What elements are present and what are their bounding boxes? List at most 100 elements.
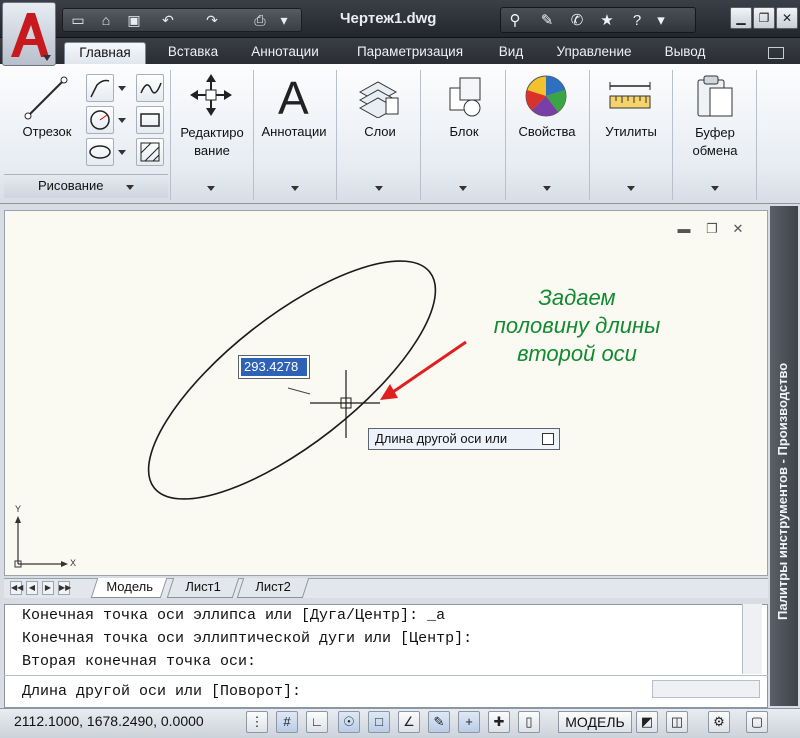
- circle-dropdown-icon[interactable]: [118, 118, 126, 123]
- wrench-icon[interactable]: ✎: [537, 11, 557, 31]
- clipboard-dropdown-icon[interactable]: [711, 186, 719, 191]
- command-separator: [4, 675, 768, 676]
- annotation-dropdown-icon[interactable]: [291, 186, 299, 191]
- subscription-center-icon[interactable]: ✆: [567, 11, 587, 31]
- dynamic-input-field[interactable]: 293.4278: [238, 355, 310, 379]
- lineweight-icon[interactable]: ✚: [488, 711, 510, 733]
- command-scrollbar[interactable]: [742, 604, 762, 674]
- rubberband-line: [287, 387, 311, 395]
- grid-display-icon[interactable]: #: [276, 711, 298, 733]
- text-tool-icon[interactable]: A: [272, 72, 316, 120]
- move-tool-icon[interactable]: [188, 72, 234, 118]
- tool-palettes-bar[interactable]: Палитры инструментов - Производство: [770, 206, 798, 706]
- binoculars-search-icon[interactable]: ⚲: [505, 11, 525, 31]
- title-bar: ▭ ⌂ ▣ ↶ ↷ ⎙ ▾ Чертеж1.dwg ⚲ ✎ ✆ ★ ? ▾ ▁ …: [0, 0, 800, 38]
- close-button[interactable]: ✕: [776, 7, 798, 29]
- line-tool-label[interactable]: Отрезок: [12, 124, 82, 139]
- polar-tracking-icon[interactable]: ☉: [338, 711, 360, 733]
- tab-annotate[interactable]: Аннотации: [238, 42, 332, 64]
- tooltip-options-icon[interactable]: [542, 433, 554, 445]
- modify-tool-label[interactable]: Редактиро вание: [172, 124, 252, 160]
- favorites-star-icon[interactable]: ★: [597, 11, 617, 31]
- save-icon[interactable]: ▣: [125, 12, 143, 28]
- help-dropdown-icon[interactable]: ▾: [651, 11, 671, 31]
- minimize-ribbon-button[interactable]: [768, 47, 784, 59]
- tab-parametric[interactable]: Параметризация: [340, 42, 480, 64]
- quick-view-drawings-icon[interactable]: ◫: [666, 711, 688, 733]
- tooltip-text: Длина другой оси или: [375, 431, 508, 446]
- clipboard-tool-label[interactable]: Буфер обмена: [674, 124, 756, 160]
- coordinates-readout[interactable]: 2112.1000, 1678.2490, 0.0000: [14, 713, 204, 729]
- last-layout-icon[interactable]: ▶▶: [58, 581, 71, 595]
- new-file-icon[interactable]: ▭: [69, 12, 87, 28]
- block-icon[interactable]: [442, 74, 488, 118]
- layout-tab-model[interactable]: Модель: [90, 578, 168, 598]
- draw-panel-title-bar[interactable]: Рисование: [4, 174, 168, 198]
- command-horizontal-scrollbar[interactable]: [652, 680, 760, 698]
- open-folder-icon[interactable]: ⌂: [97, 12, 115, 28]
- minimize-button[interactable]: ▁: [730, 7, 752, 29]
- layout-tab-sheet1[interactable]: Лист1: [166, 578, 240, 598]
- object-snap-tracking-icon[interactable]: ∠: [398, 711, 420, 733]
- layout-tab-sheet2[interactable]: Лист2: [236, 578, 310, 598]
- spline-tool-icon[interactable]: [136, 74, 164, 102]
- help-icon[interactable]: ?: [627, 11, 647, 31]
- layers-tool-label[interactable]: Слои: [340, 124, 420, 139]
- svg-text:A: A: [278, 72, 309, 120]
- tab-manage[interactable]: Управление: [542, 42, 646, 64]
- tool-palettes-title: Палитры инструментов - Производство: [775, 362, 790, 620]
- tab-home[interactable]: Главная: [64, 42, 146, 64]
- maximize-button[interactable]: ❐: [753, 7, 775, 29]
- model-space-button[interactable]: МОДЕЛЬ: [558, 711, 632, 733]
- line-tool-icon[interactable]: [22, 72, 72, 122]
- qat-dropdown-icon[interactable]: ▾: [275, 12, 293, 28]
- utilities-measure-icon[interactable]: [606, 78, 654, 118]
- modify-dropdown-icon[interactable]: [207, 186, 215, 191]
- panel-separator: [756, 70, 757, 200]
- undo-icon[interactable]: ↶: [159, 12, 177, 28]
- tab-insert[interactable]: Вставка: [156, 42, 230, 64]
- first-layout-icon[interactable]: ◀◀: [10, 581, 23, 595]
- layers-icon[interactable]: [356, 74, 402, 118]
- block-tool-label[interactable]: Блок: [424, 124, 504, 139]
- clipboard-paste-icon[interactable]: [692, 72, 736, 120]
- quick-view-layouts-icon[interactable]: ◩: [636, 711, 658, 733]
- tab-output[interactable]: Вывод: [652, 42, 718, 64]
- properties-icon[interactable]: [522, 72, 570, 120]
- annotation-arrow: [389, 340, 467, 396]
- print-icon[interactable]: ⎙: [251, 12, 269, 28]
- circle-tool-icon[interactable]: [86, 106, 114, 134]
- draw-panel-expand-icon[interactable]: [126, 185, 134, 190]
- polyline-tool-icon[interactable]: [86, 74, 114, 102]
- ellipse-shape[interactable]: [115, 222, 470, 538]
- properties-dropdown-icon[interactable]: [543, 186, 551, 191]
- infer-constraints-icon[interactable]: ⋮: [246, 711, 268, 733]
- properties-tool-label[interactable]: Свойства: [506, 124, 588, 139]
- block-dropdown-icon[interactable]: [459, 186, 467, 191]
- next-layout-icon[interactable]: ▶: [42, 581, 54, 595]
- polyline-dropdown-icon[interactable]: [118, 86, 126, 91]
- command-prompt[interactable]: Длина другой оси или [Поворот]:: [22, 683, 301, 700]
- annotation-line: половину длины: [493, 313, 661, 338]
- ribbon-tab-bar: Главная Вставка Аннотации Параметризация…: [0, 38, 800, 64]
- dynamic-input-icon[interactable]: +: [458, 711, 480, 733]
- annotation-line: второй оси: [517, 341, 637, 366]
- redo-icon[interactable]: ↷: [203, 12, 221, 28]
- quick-properties-icon[interactable]: ▯: [518, 711, 540, 733]
- annotation-tool-label[interactable]: Аннотации: [254, 124, 334, 139]
- workspace-switching-icon[interactable]: ⚙: [708, 711, 730, 733]
- layers-dropdown-icon[interactable]: [375, 186, 383, 191]
- ortho-mode-icon[interactable]: ∟: [306, 711, 328, 733]
- rectangle-tool-icon[interactable]: [136, 106, 164, 134]
- application-menu-button[interactable]: [2, 2, 56, 66]
- utilities-tool-label[interactable]: Утилиты: [590, 124, 672, 139]
- prev-layout-icon[interactable]: ◀: [26, 581, 38, 595]
- hatch-tool-icon[interactable]: [136, 138, 164, 166]
- ellipse-dropdown-icon[interactable]: [118, 150, 126, 155]
- clean-screen-icon[interactable]: ▢: [746, 711, 768, 733]
- tab-view[interactable]: Вид: [486, 42, 536, 64]
- utilities-dropdown-icon[interactable]: [627, 186, 635, 191]
- ellipse-tool-icon[interactable]: [86, 138, 114, 166]
- dynamic-ucs-icon[interactable]: ✎: [428, 711, 450, 733]
- object-snap-icon[interactable]: □: [368, 711, 390, 733]
